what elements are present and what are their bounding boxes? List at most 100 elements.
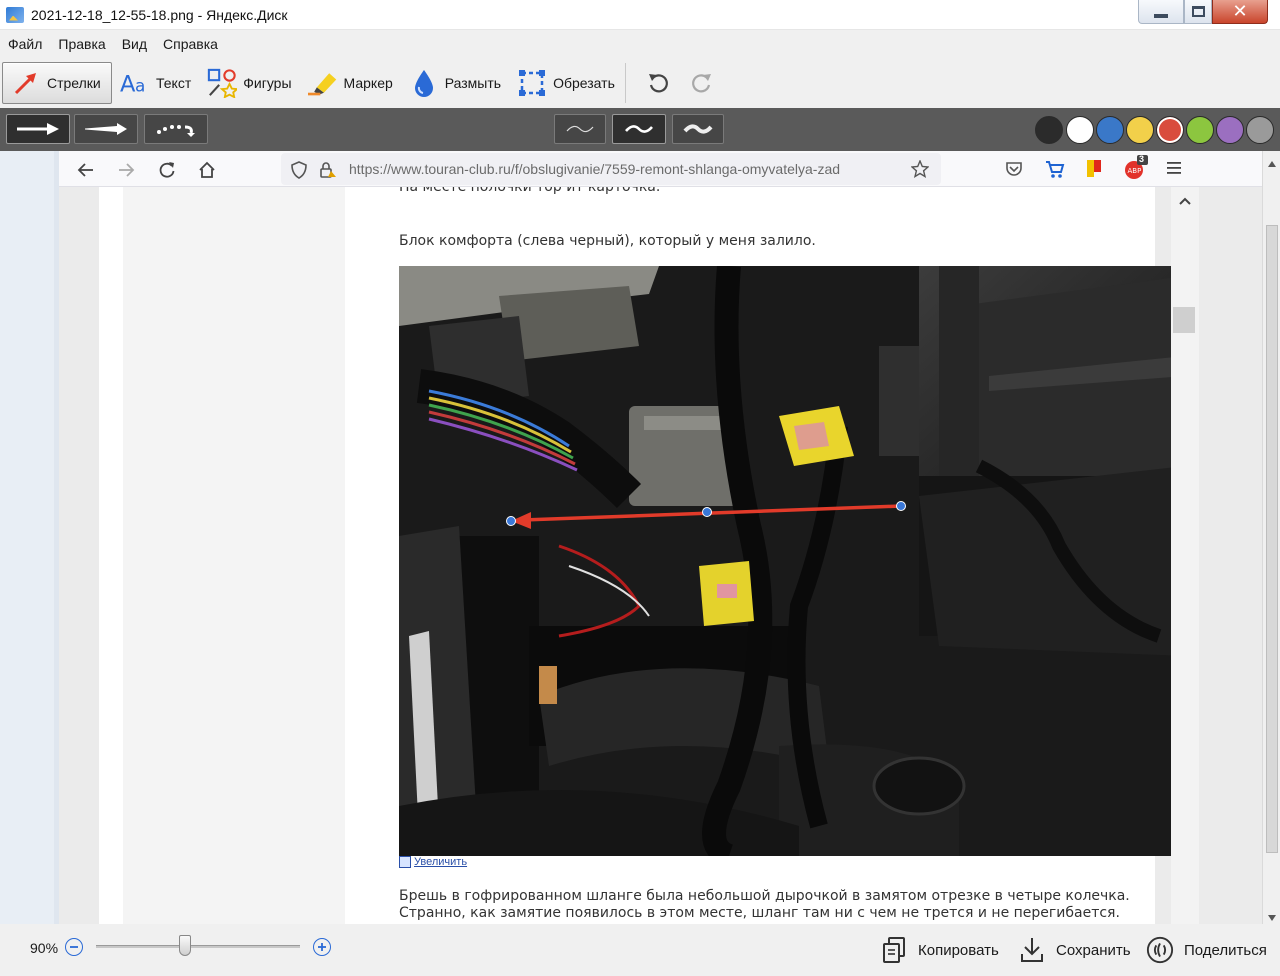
zoom-level: 90% [30, 940, 59, 956]
color-swatch-green[interactable] [1186, 116, 1214, 144]
share-button[interactable]: Поделиться [1146, 934, 1267, 966]
tool-marker[interactable]: Маркер [300, 62, 401, 104]
cart-icon [1045, 159, 1065, 182]
page-scrollbar [1171, 187, 1199, 924]
maximize-icon [1191, 6, 1205, 17]
canvas-scroll-down-icon[interactable] [1267, 909, 1277, 924]
canvas-scrollbar[interactable] [1262, 151, 1280, 924]
web-page: На месте полочки тор ит карточка. Блок к… [59, 187, 1280, 924]
adblock-icon: ABP 3 [1123, 154, 1149, 184]
copy-button[interactable]: Копировать [880, 934, 999, 966]
zoom-in-button[interactable] [313, 938, 331, 956]
engine-bay-photo [399, 266, 1185, 856]
save-button[interactable]: Сохранить [1018, 934, 1131, 966]
shapes-tool-icon [207, 68, 238, 98]
svg-text:A: A [120, 71, 136, 97]
save-label: Сохранить [1056, 941, 1131, 959]
canvas-scroll-up-icon[interactable] [1267, 155, 1277, 171]
menu-view[interactable]: Вид [122, 36, 147, 52]
tool-shapes[interactable]: Фигуры [199, 62, 299, 104]
redo-icon [691, 74, 711, 93]
redo-button[interactable] [680, 63, 724, 103]
dotted-arrow-icon [157, 125, 195, 137]
pocket-icon [1005, 160, 1023, 181]
color-swatch-purple[interactable] [1216, 116, 1244, 144]
hamburger-menu-icon [1165, 160, 1183, 179]
tool-label: Стрелки [47, 75, 101, 91]
window-title: 2021-12-18_12-55-18.png - Яндекс.Диск [31, 6, 288, 23]
maximize-button[interactable] [1184, 0, 1212, 24]
line-width-thick-button[interactable] [672, 114, 724, 144]
crop-tool-icon [517, 68, 547, 98]
arrow-tool-icon [11, 68, 41, 98]
tool-label: Текст [156, 75, 192, 91]
color-swatch-blue[interactable] [1096, 116, 1124, 144]
tool-label: Обрезать [553, 75, 615, 91]
medium-line-icon [625, 125, 653, 133]
back-icon [75, 159, 97, 181]
color-swatch-red[interactable] [1156, 116, 1184, 144]
plus-icon [318, 943, 326, 951]
arrow-style-wedge-button[interactable] [74, 114, 138, 144]
forum-content-area: На месте полочки тор ит карточка. Блок к… [99, 187, 1185, 924]
bottom-bar: 90% Копировать Сохранить Поделиться [0, 924, 1280, 976]
image-file-icon [6, 6, 24, 23]
forward-icon [115, 159, 137, 181]
color-swatch-yellow[interactable] [1126, 116, 1154, 144]
zoom-out-button[interactable] [65, 938, 83, 956]
arrow-style-dotted-button[interactable] [144, 114, 208, 144]
tool-options-bar [0, 108, 1280, 151]
adblock-badge-count: 3 [1139, 154, 1145, 164]
tool-label: Маркер [343, 75, 393, 91]
menu-bar: Файл Правка Вид Справка [0, 31, 1280, 57]
line-width-thin-button[interactable] [554, 114, 606, 144]
thick-line-icon [683, 124, 713, 134]
tool-label: Фигуры [243, 75, 292, 91]
bookmark-flag-icon [1085, 159, 1103, 182]
minimize-button[interactable] [1138, 0, 1184, 24]
tool-blur[interactable]: Размыть [401, 62, 509, 104]
url-text: https://www.touran-club.ru/f/obslugivani… [349, 161, 841, 177]
lock-icon [319, 161, 337, 182]
thin-line-icon [566, 125, 594, 133]
blur-tool-icon [409, 68, 439, 98]
share-label: Поделиться [1184, 941, 1267, 959]
editor-toolbar: Стрелки Aa Текст Фигуры Маркер Размыть О… [0, 58, 1280, 108]
tool-text[interactable]: Aa Текст [112, 62, 199, 104]
line-width-medium-button[interactable] [612, 114, 666, 144]
color-swatch-white[interactable] [1066, 116, 1094, 144]
download-icon [1018, 936, 1046, 964]
share-icon [1146, 936, 1174, 964]
wedge-arrow-icon [85, 123, 127, 135]
thin-arrow-icon [17, 123, 59, 135]
browser-toolbar: https://www.touran-club.ru/f/obslugivani… [59, 151, 1280, 187]
enlarge-link[interactable]: Увеличить [399, 856, 467, 868]
menu-edit[interactable]: Правка [58, 36, 105, 52]
tool-arrows[interactable]: Стрелки [2, 62, 112, 104]
bookmark-star-icon [910, 159, 930, 181]
minimize-icon [1154, 13, 1168, 18]
menu-help[interactable]: Справка [163, 36, 218, 52]
image-canvas[interactable]: https://www.touran-club.ru/f/obslugivani… [0, 151, 1280, 924]
canvas-scroll-thumb[interactable] [1266, 225, 1278, 853]
tool-label: Размыть [444, 75, 502, 91]
post-paragraph-1: Брешь в гофрированном шланге была неболь… [399, 888, 1130, 904]
address-bar: https://www.touran-club.ru/f/obslugivani… [281, 153, 941, 185]
zoom-slider-thumb[interactable] [179, 935, 191, 956]
post-photo [399, 266, 1185, 856]
arrow-style-thin-button[interactable] [6, 114, 70, 144]
text-tool-icon: Aa [120, 68, 150, 98]
scroll-up-icon [1178, 193, 1192, 209]
menu-file[interactable]: Файл [8, 36, 42, 52]
color-swatch-gray[interactable] [1246, 116, 1274, 144]
enlarge-icon [399, 856, 411, 868]
undo-icon [648, 74, 668, 93]
toolbar-divider [624, 63, 626, 103]
copy-icon [880, 936, 908, 964]
undo-button[interactable] [636, 63, 680, 103]
svg-text:a: a [135, 75, 145, 95]
close-button[interactable]: ✕ [1212, 0, 1268, 24]
color-swatch-black[interactable] [1035, 116, 1063, 144]
tool-crop[interactable]: Обрезать [509, 62, 623, 104]
zoom-slider-track[interactable] [96, 945, 300, 948]
